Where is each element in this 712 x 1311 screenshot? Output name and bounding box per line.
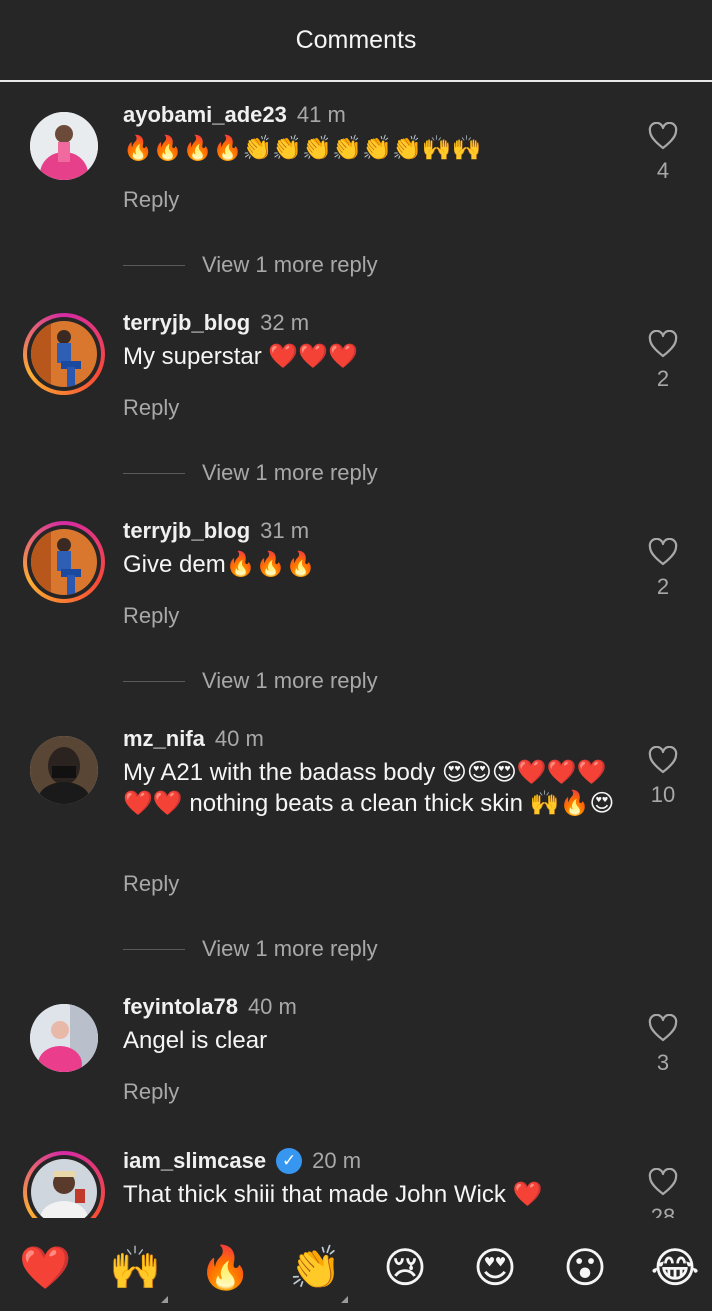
story-ring-gap bbox=[27, 525, 101, 599]
like-count: 2 bbox=[656, 366, 670, 391]
like-button[interactable]: 2 bbox=[640, 330, 686, 392]
comment-item: mz_nifa 40 m My A21 with the badass body… bbox=[0, 706, 712, 974]
avatar[interactable] bbox=[30, 112, 98, 180]
avatar-photo bbox=[31, 529, 97, 595]
comment-username-row: iam_slimcase ✓ 20 m bbox=[123, 1148, 361, 1174]
comment-username-row: ayobami_ade23 41 m bbox=[123, 102, 346, 128]
quick-reaction-bar: ❤️ 🙌 🔥 👏 😢 😍 😮 😂 bbox=[0, 1218, 712, 1311]
comment-text: That thick shiii that made John Wick ❤️ bbox=[123, 1181, 543, 1208]
like-count: 10 bbox=[650, 782, 676, 807]
comment-text: My A21 with the badass body 😍😍😍❤️❤️❤️❤️❤… bbox=[123, 759, 615, 817]
like-count: 28 bbox=[650, 1204, 676, 1218]
reaction-fire-button[interactable]: 🔥 bbox=[199, 1242, 251, 1294]
like-button[interactable]: 4 bbox=[640, 122, 686, 184]
avatar-photo bbox=[31, 321, 97, 387]
comment-username[interactable]: terryjb_blog bbox=[123, 518, 250, 544]
comment-username[interactable]: ayobami_ade23 bbox=[123, 102, 287, 128]
comment-time: 31 m bbox=[260, 518, 310, 543]
avatar-photo bbox=[31, 1159, 97, 1218]
reply-button[interactable]: Reply bbox=[123, 1079, 179, 1105]
skin-tone-indicator bbox=[341, 1296, 348, 1303]
like-count: 4 bbox=[656, 158, 670, 183]
view-more-replies[interactable]: View 1 more reply bbox=[123, 252, 378, 278]
divider bbox=[123, 472, 185, 474]
heart-icon bbox=[648, 330, 678, 358]
comment-username[interactable]: mz_nifa bbox=[123, 726, 205, 752]
comment-username-row: feyintola78 40 m bbox=[123, 994, 297, 1020]
comment-item: iam_slimcase ✓ 20 m That thick shiii tha… bbox=[0, 1128, 712, 1218]
story-ring-gap bbox=[27, 317, 101, 391]
reaction-clap-button[interactable]: 👏 bbox=[289, 1242, 341, 1294]
avatar[interactable] bbox=[30, 1004, 98, 1072]
reaction-crying-button[interactable]: 😢 bbox=[379, 1242, 431, 1294]
comment-text: My superstar ❤️❤️❤️ bbox=[123, 343, 359, 370]
comment-username[interactable]: feyintola78 bbox=[123, 994, 238, 1020]
view-more-replies[interactable]: View 1 more reply bbox=[123, 668, 378, 694]
story-ring-gap bbox=[27, 1155, 101, 1218]
divider bbox=[123, 264, 185, 266]
verified-badge-icon: ✓ bbox=[276, 1148, 303, 1174]
comment-item: terryjb_blog 32 m My superstar ❤️❤️❤️ Re… bbox=[0, 290, 712, 498]
heart-icon bbox=[648, 538, 678, 566]
reaction-laughing-button[interactable]: 😂 bbox=[649, 1242, 701, 1294]
like-button[interactable]: 3 bbox=[640, 1014, 686, 1076]
comment-text: Angel is clear bbox=[123, 1027, 268, 1054]
reply-button[interactable]: Reply bbox=[123, 187, 179, 213]
divider bbox=[123, 680, 185, 682]
comment-item: ayobami_ade23 41 m 🔥🔥🔥🔥👏👏👏👏👏👏🙌🙌 Reply 4 … bbox=[0, 82, 712, 290]
divider bbox=[123, 948, 185, 950]
heart-icon bbox=[648, 1014, 678, 1042]
comment-time: 20 m bbox=[312, 1148, 362, 1173]
reaction-surprised-button[interactable]: 😮 bbox=[559, 1242, 611, 1294]
comment-username-row: terryjb_blog 32 m bbox=[123, 310, 309, 336]
comment-text: Give dem🔥🔥🔥 bbox=[123, 551, 316, 578]
comment-time: 32 m bbox=[260, 310, 310, 335]
like-count: 2 bbox=[656, 574, 670, 599]
view-more-label: View 1 more reply bbox=[202, 936, 378, 961]
avatar[interactable] bbox=[23, 521, 105, 603]
like-button[interactable]: 2 bbox=[640, 538, 686, 600]
comment-username-row: terryjb_blog 31 m bbox=[123, 518, 309, 544]
reply-button[interactable]: Reply bbox=[123, 871, 179, 897]
skin-tone-indicator bbox=[161, 1296, 168, 1303]
comment-text: 🔥🔥🔥🔥👏👏👏👏👏👏🙌🙌 bbox=[123, 135, 482, 162]
comment-time: 40 m bbox=[247, 994, 297, 1019]
comment-item: terryjb_blog 31 m Give dem🔥🔥🔥 Reply 2 Vi… bbox=[0, 498, 712, 706]
comment-username[interactable]: terryjb_blog bbox=[123, 310, 250, 336]
view-more-label: View 1 more reply bbox=[202, 460, 378, 485]
reaction-heart-eyes-button[interactable]: 😍 bbox=[469, 1242, 521, 1294]
comment-time: 40 m bbox=[214, 726, 264, 751]
view-more-label: View 1 more reply bbox=[202, 252, 378, 277]
comments-header: Comments bbox=[0, 0, 712, 82]
view-more-replies[interactable]: View 1 more reply bbox=[123, 460, 378, 486]
heart-icon bbox=[648, 1168, 678, 1196]
reaction-heart-button[interactable]: ❤️ bbox=[19, 1242, 71, 1294]
comment-username[interactable]: iam_slimcase bbox=[123, 1148, 266, 1174]
reply-button[interactable]: Reply bbox=[123, 603, 179, 629]
comment-time: 41 m bbox=[296, 102, 346, 127]
comments-list[interactable]: ayobami_ade23 41 m 🔥🔥🔥🔥👏👏👏👏👏👏🙌🙌 Reply 4 … bbox=[0, 82, 712, 1218]
view-more-label: View 1 more reply bbox=[202, 668, 378, 693]
like-count: 3 bbox=[656, 1050, 670, 1075]
like-button[interactable]: 28 bbox=[640, 1168, 686, 1218]
reply-button[interactable]: Reply bbox=[123, 395, 179, 421]
avatar[interactable] bbox=[30, 736, 98, 804]
like-button[interactable]: 10 bbox=[640, 746, 686, 808]
heart-icon bbox=[648, 746, 678, 774]
comment-username-row: mz_nifa 40 m bbox=[123, 726, 264, 752]
comment-item: feyintola78 40 m Angel is clear Reply 3 bbox=[0, 974, 712, 1124]
heart-icon bbox=[648, 122, 678, 150]
page-title: Comments bbox=[295, 25, 417, 54]
avatar[interactable] bbox=[23, 313, 105, 395]
reaction-raised-hands-button[interactable]: 🙌 bbox=[109, 1242, 161, 1294]
avatar[interactable] bbox=[23, 1151, 105, 1218]
view-more-replies[interactable]: View 1 more reply bbox=[123, 936, 378, 962]
